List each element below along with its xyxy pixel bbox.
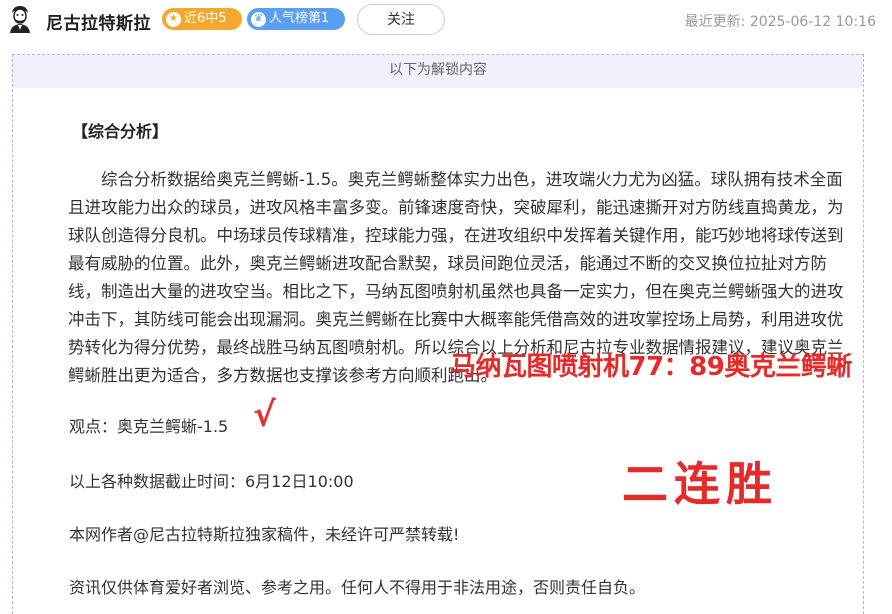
win-streak-overlay: 二连胜 bbox=[622, 457, 778, 511]
unlocked-content: 以下为解锁内容 【综合分析】 综合分析数据给奥克兰鳄蜥-1.5。奥克兰鳄蜥整体实… bbox=[12, 54, 864, 614]
copyright-notice: 本网作者@尼古拉特斯拉独家稿件，未经许可严禁转载! bbox=[69, 525, 460, 544]
author-name[interactable]: 尼古拉特斯拉 bbox=[46, 9, 151, 34]
rank-badge: ♛ 人气榜第1 bbox=[247, 8, 345, 30]
match-result-overlay: 马纳瓦图喷射机77：89奥克兰鳄蜥 bbox=[450, 352, 852, 382]
updated-label: 最近更新: bbox=[684, 14, 746, 30]
crown-icon: ♛ bbox=[251, 11, 266, 27]
author-header: 尼古拉特斯拉 ★ 近6中5 ♛ 人气榜第1 关注 最近更新: 2025-06-1… bbox=[0, 0, 892, 40]
avatar[interactable] bbox=[7, 4, 33, 34]
follow-button[interactable]: 关注 bbox=[357, 4, 445, 35]
check-mark-icon: √ bbox=[253, 395, 276, 435]
disclaimer-text: 资讯仅供体育爱好者浏览、参考之用。任何人不得用于非法用途，否则责任自负。 bbox=[69, 578, 646, 597]
last-updated: 最近更新: 2025-06-12 10:16 bbox=[685, 11, 876, 31]
section-title: 【综合分析】 bbox=[72, 122, 169, 141]
unlock-banner: 以下为解锁内容 bbox=[13, 55, 863, 88]
data-cutoff-text: 以上各种数据截止时间：6月12日10:00 bbox=[69, 472, 354, 491]
viewpoint-text: 观点：奥克兰鳄蜥-1.5 bbox=[69, 417, 229, 436]
streak-badge-label: 近6中5 bbox=[184, 11, 227, 26]
streak-badge: ★ 近6中5 bbox=[162, 8, 242, 30]
rank-badge-label: 人气榜第1 bbox=[269, 11, 330, 26]
star-icon: ★ bbox=[166, 11, 181, 27]
updated-time: 2025-06-12 10:16 bbox=[749, 14, 876, 30]
